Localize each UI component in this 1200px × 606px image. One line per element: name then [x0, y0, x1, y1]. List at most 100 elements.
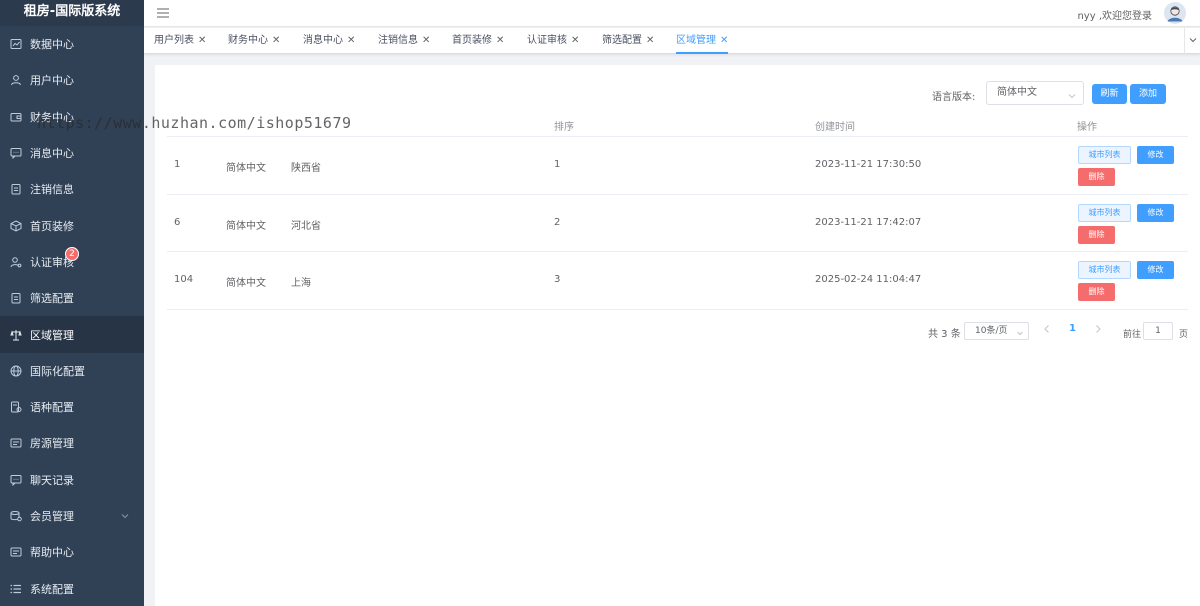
goto-label: 前往 — [1123, 330, 1142, 340]
sidebar-item-label: 系统配置 — [30, 582, 74, 596]
sidebar-item-label: 会员管理 — [30, 510, 74, 523]
sidebar-item-help-center[interactable]: 帮助中心 — [0, 534, 144, 570]
sidebar-item-chat-records[interactable]: 聊天记录 — [0, 462, 144, 498]
tab-label: 用户列表 — [154, 35, 194, 46]
tab-cancel-info[interactable]: 注销信息 ✕ — [378, 28, 430, 54]
dashboard-icon — [10, 38, 22, 50]
tab-label: 筛选配置 — [602, 35, 642, 46]
tab-home-decoration[interactable]: 首页装修 ✕ — [452, 28, 504, 54]
close-icon[interactable]: ✕ — [646, 28, 654, 54]
cell-language: 简体中文 — [226, 163, 266, 174]
delete-button[interactable]: 删除 — [1078, 168, 1115, 186]
close-icon[interactable]: ✕ — [272, 28, 280, 54]
language-version-label: 语言版本: — [932, 92, 976, 103]
sidebar-item-user-center[interactable]: 用户中心 — [0, 62, 144, 98]
city-list-button[interactable]: 城市列表 — [1078, 261, 1131, 280]
table-row: 6 简体中文 河北省 2 2023-11-21 17:42:07 城市列表 修改… — [167, 195, 1188, 253]
pagination-total: 共 3 条 — [928, 329, 961, 340]
tags-scroll-button[interactable] — [1184, 28, 1200, 54]
sidebar-item-data-center[interactable]: 数据中心 — [0, 26, 144, 62]
row-actions: 城市列表 修改 删除 — [1078, 203, 1188, 246]
chevron-down-icon — [120, 511, 130, 521]
tab-label: 注销信息 — [378, 35, 418, 46]
sidebar-item-house-management[interactable]: 房源管理 — [0, 425, 144, 461]
sidebar-item-label: 消息中心 — [30, 147, 74, 161]
sidebar-item-cancel-info[interactable]: 注销信息 — [0, 171, 144, 207]
welcome-text: nyy ,欢迎您登录 — [1077, 11, 1152, 22]
delete-button[interactable]: 删除 — [1078, 283, 1115, 302]
close-icon[interactable]: ✕ — [720, 28, 728, 54]
chevron-down-icon — [1016, 327, 1024, 336]
sidebar-item-member-management[interactable]: 会员管理 — [0, 498, 144, 534]
tab-region-management[interactable]: 区域管理 ✕ — [676, 28, 729, 54]
chevron-left-icon[interactable] — [1042, 323, 1054, 337]
main-content: 语言版本: 简体中文 刷新 添加 排序 创建时间 操作 1 简体中文 陕西省 1… — [155, 65, 1200, 606]
goto-page-input[interactable]: 1 — [1143, 322, 1173, 340]
list-icon — [10, 583, 22, 595]
cell-sort: 1 — [554, 159, 561, 170]
close-icon[interactable]: ✕ — [422, 28, 430, 54]
sidebar-item-finance-center[interactable]: 财务中心 — [0, 99, 144, 135]
tab-verification[interactable]: 认证审核 ✕ — [527, 28, 579, 54]
city-list-button[interactable]: 城市列表 — [1078, 146, 1131, 164]
add-button[interactable]: 添加 — [1130, 84, 1166, 104]
tab-filter-config[interactable]: 筛选配置 ✕ — [602, 28, 654, 54]
sidebar-item-verification[interactable]: 认证审核 2 — [0, 244, 144, 280]
clipboard-icon — [10, 292, 22, 304]
cell-created: 2023-11-21 17:42:07 — [815, 216, 922, 228]
close-icon[interactable]: ✕ — [571, 28, 579, 54]
sidebar-item-label: 用户中心 — [30, 74, 74, 88]
chevron-right-icon[interactable] — [1093, 323, 1105, 337]
sidebar: 租房-国际版系统 数据中心 用户中心 财务中心 消息中心 注销信息 首页装修 认… — [0, 0, 144, 606]
close-icon[interactable]: ✕ — [496, 28, 504, 54]
sidebar-item-i18n-config[interactable]: 国际化配置 — [0, 353, 144, 389]
table-header: 排序 创建时间 操作 — [167, 110, 1188, 137]
column-header-ops: 操作 — [1077, 122, 1097, 133]
member-icon — [10, 510, 22, 522]
page-suffix-label: 页 — [1179, 330, 1189, 340]
tab-finance-center[interactable]: 财务中心 ✕ — [228, 28, 280, 54]
close-icon[interactable]: ✕ — [198, 28, 206, 54]
sidebar-item-language-config[interactable]: 语种配置 — [0, 389, 144, 425]
row-actions: 城市列表 修改 删除 — [1078, 146, 1188, 188]
city-list-button[interactable]: 城市列表 — [1078, 203, 1131, 222]
hamburger-icon[interactable] — [156, 6, 170, 20]
column-header-created: 创建时间 — [815, 122, 855, 133]
page-number-current[interactable]: 1 — [1069, 323, 1076, 334]
help-icon — [10, 546, 22, 558]
chevron-down-icon — [1067, 88, 1077, 99]
refresh-button[interactable]: 刷新 — [1092, 84, 1127, 104]
edit-button[interactable]: 修改 — [1137, 261, 1174, 280]
sidebar-item-region-management[interactable]: 区域管理 — [0, 316, 144, 353]
globe-icon — [10, 365, 22, 377]
language-select[interactable]: 简体中文 — [986, 81, 1084, 105]
column-header-sort: 排序 — [554, 122, 574, 133]
chevron-down-icon — [1188, 34, 1198, 48]
tags-view: 用户列表 ✕ 财务中心 ✕ 消息中心 ✕ 注销信息 ✕ 首页装修 ✕ 认证审核 ✕ 筛选配置… — [144, 28, 1200, 54]
delete-button[interactable]: 删除 — [1078, 225, 1115, 244]
cell-id: 6 — [174, 216, 181, 228]
tab-user-list[interactable]: 用户列表 ✕ — [154, 28, 206, 54]
cell-language: 简体中文 — [226, 278, 266, 290]
row-actions: 城市列表 修改 删除 — [1078, 261, 1188, 303]
box-icon — [10, 220, 22, 232]
close-icon[interactable]: ✕ — [347, 28, 355, 54]
sidebar-item-label: 区域管理 — [30, 328, 74, 342]
cell-created: 2023-11-21 17:30:50 — [815, 159, 922, 170]
avatar[interactable] — [1164, 2, 1186, 24]
tab-message-center[interactable]: 消息中心 ✕ — [303, 28, 355, 54]
sidebar-item-label: 筛选配置 — [30, 292, 74, 306]
page-size-select[interactable]: 10条/页 — [964, 322, 1029, 340]
edit-button[interactable]: 修改 — [1137, 146, 1174, 164]
sidebar-item-message-center[interactable]: 消息中心 — [0, 135, 144, 171]
tab-label: 区域管理 — [676, 35, 716, 46]
cell-name: 陕西省 — [291, 163, 321, 174]
edit-button[interactable]: 修改 — [1137, 203, 1174, 222]
sidebar-item-system-config[interactable]: 系统配置 — [0, 570, 144, 606]
region-icon — [10, 329, 22, 341]
cell-name: 河北省 — [291, 220, 321, 232]
message-icon — [10, 147, 22, 160]
sidebar-item-home-decoration[interactable]: 首页装修 — [0, 207, 144, 243]
house-icon — [10, 437, 22, 449]
sidebar-item-filter-config[interactable]: 筛选配置 — [0, 280, 144, 316]
